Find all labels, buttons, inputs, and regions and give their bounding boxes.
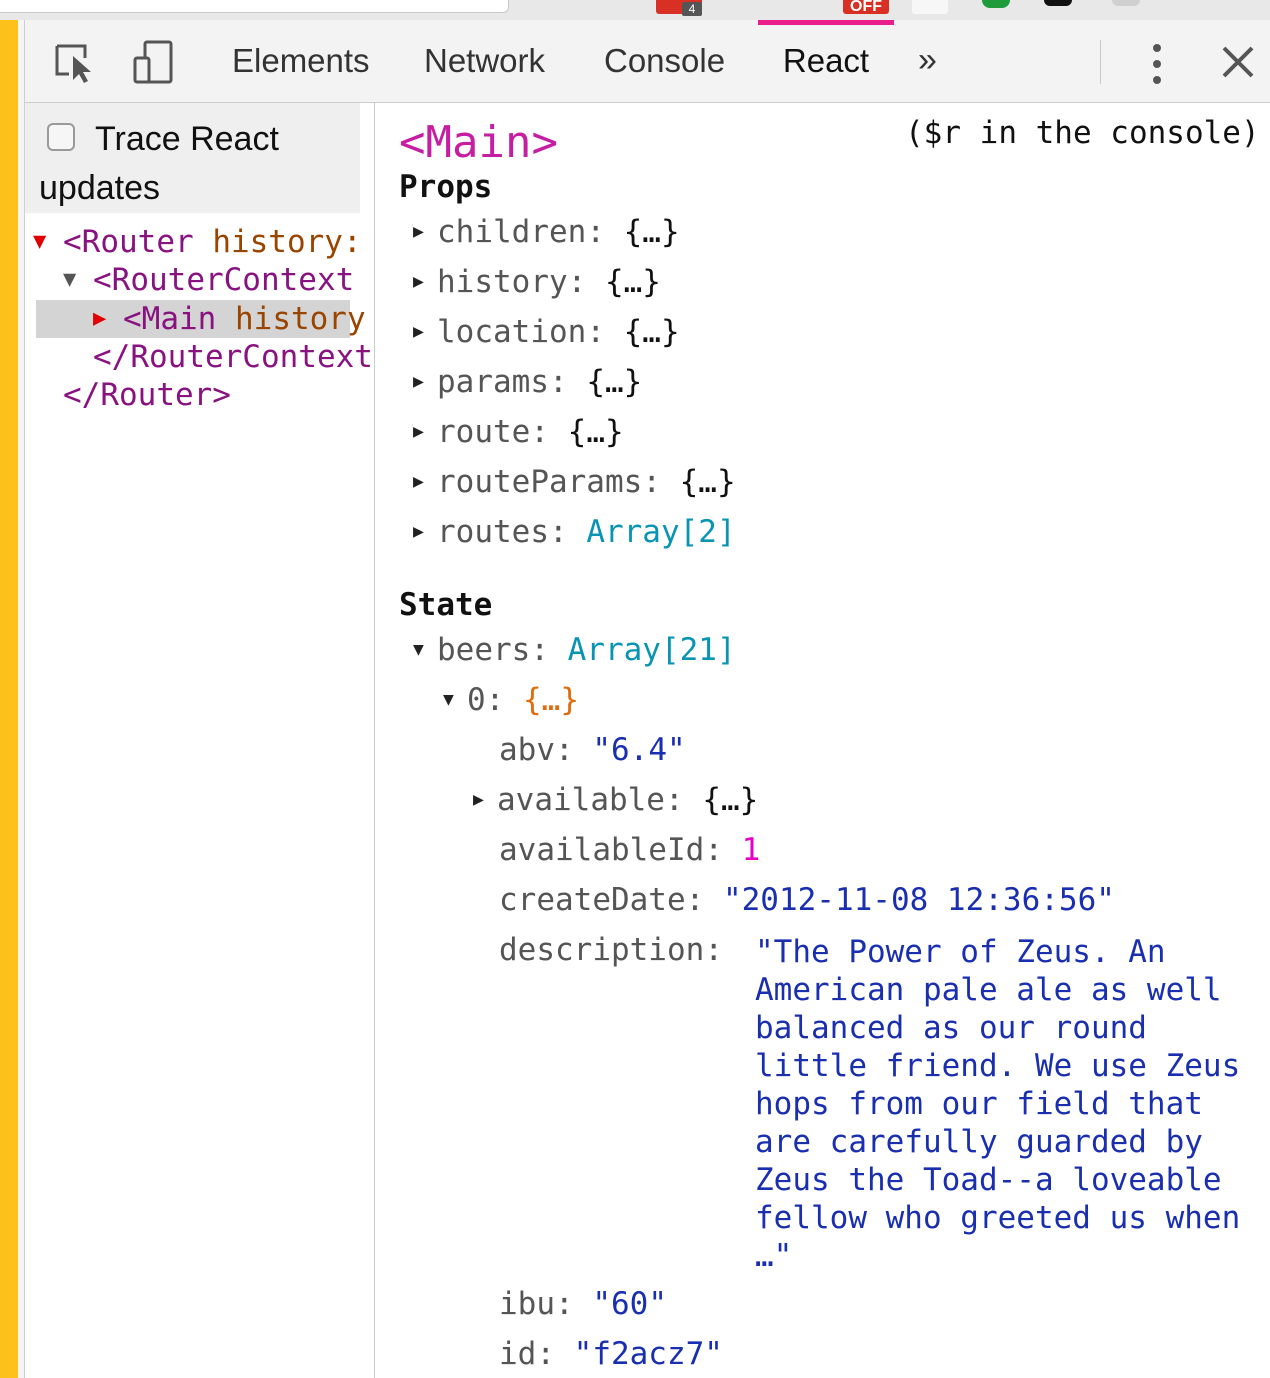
expand-arrow-icon[interactable]: ▶ <box>413 313 437 351</box>
tree-node-routercontext[interactable]: ▼ <RouterContext <box>63 261 354 299</box>
page-edge <box>0 20 18 1378</box>
prop-location[interactable]: ▶ location: {…} <box>413 313 680 351</box>
prop-history[interactable]: ▶ history: {…} <box>413 263 661 301</box>
selected-component-name: <Main> <box>399 117 558 168</box>
state-beers[interactable]: ▼ beers: Array[21] <box>413 631 736 669</box>
console-hint: ($r in the console) <box>905 115 1260 151</box>
expand-arrow-icon[interactable]: ▶ <box>413 363 437 401</box>
field-ibu[interactable]: ibu: "60" <box>499 1285 667 1323</box>
expand-arrow-icon[interactable]: ▶ <box>413 213 437 251</box>
field-available[interactable]: ▶ available: {…} <box>473 781 758 819</box>
black-extension-icon[interactable] <box>1044 0 1072 6</box>
prop-children[interactable]: ▶ children: {…} <box>413 213 680 251</box>
component-tree-pane: Trace React updates ▼ <Router history: ▼ <… <box>25 103 374 1378</box>
state-beers-item-0[interactable]: ▼ 0: {…} <box>443 681 579 719</box>
expand-arrow-icon[interactable]: ▶ <box>413 513 437 551</box>
field-availableId[interactable]: availableId: 1 <box>499 831 760 869</box>
more-options-icon[interactable] <box>1143 42 1171 86</box>
green-extension-icon[interactable] <box>982 0 1010 8</box>
off-extension-icon[interactable]: OFF <box>843 0 889 15</box>
expand-arrow-icon[interactable]: ▶ <box>413 413 437 451</box>
state-section-title: State <box>399 587 493 623</box>
prop-routeParams[interactable]: ▶ routeParams: {…} <box>413 463 736 501</box>
extension-icon[interactable] <box>912 0 948 14</box>
component-details-pane: <Main> ($r in the console) Props ▶ childr… <box>375 103 1270 1378</box>
prop-routes[interactable]: ▶ routes: Array[2] <box>413 513 736 551</box>
tree-node-main[interactable]: ▶ <Main history <box>36 300 366 338</box>
tab-react[interactable]: React <box>758 20 894 102</box>
close-icon[interactable] <box>1220 44 1256 80</box>
collapse-arrow-icon[interactable]: ▶ <box>93 300 123 338</box>
toolbar-divider <box>1100 40 1101 84</box>
tab-console[interactable]: Console <box>604 20 725 102</box>
tree-header: Trace React updates <box>25 103 360 213</box>
expand-arrow-icon[interactable]: ▼ <box>33 223 63 261</box>
tab-elements[interactable]: Elements <box>232 20 370 102</box>
address-bar[interactable] <box>0 0 509 13</box>
tab-network[interactable]: Network <box>424 20 545 102</box>
field-description-value[interactable]: "The Power of Zeus. An American pale ale… <box>755 933 1270 1275</box>
device-toolbar-icon[interactable] <box>131 40 175 84</box>
gray-extension-icon[interactable] <box>1112 0 1140 6</box>
devtools-resize-handle[interactable] <box>18 20 25 1378</box>
inspect-element-icon[interactable] <box>53 40 97 84</box>
field-createDate[interactable]: createDate: "2012-11-08 12:36:56" <box>499 881 1115 919</box>
collapse-arrow-icon[interactable]: ▼ <box>443 681 467 719</box>
tree-node-router-close[interactable]: </Router> <box>63 376 231 414</box>
expand-arrow-icon[interactable]: ▶ <box>473 781 497 819</box>
expand-arrow-icon[interactable]: ▼ <box>63 261 93 299</box>
tree-node-router[interactable]: ▼ <Router history: <box>33 223 362 261</box>
gmail-badge: 4 <box>682 2 702 16</box>
collapse-arrow-icon[interactable]: ▼ <box>413 631 437 669</box>
expand-arrow-icon[interactable]: ▶ <box>413 463 437 501</box>
expand-arrow-icon[interactable]: ▶ <box>413 263 437 301</box>
more-tabs-button[interactable]: » <box>918 20 937 102</box>
prop-route[interactable]: ▶ route: {…} <box>413 413 624 451</box>
prop-params[interactable]: ▶ params: {…} <box>413 363 642 401</box>
browser-chrome-strip: 4 OFF <box>0 0 1270 20</box>
tree-node-routercontext-close[interactable]: </RouterContext <box>93 338 373 376</box>
trace-react-updates-label[interactable]: Trace React updates <box>39 115 339 213</box>
props-section-title: Props <box>399 169 493 205</box>
field-id[interactable]: id: "f2acz7" <box>499 1335 723 1373</box>
field-description-key[interactable]: description: <box>499 931 723 969</box>
devtools-toolbar: Elements Network Console React » <box>25 20 1270 103</box>
field-abv[interactable]: abv: "6.4" <box>499 731 686 769</box>
